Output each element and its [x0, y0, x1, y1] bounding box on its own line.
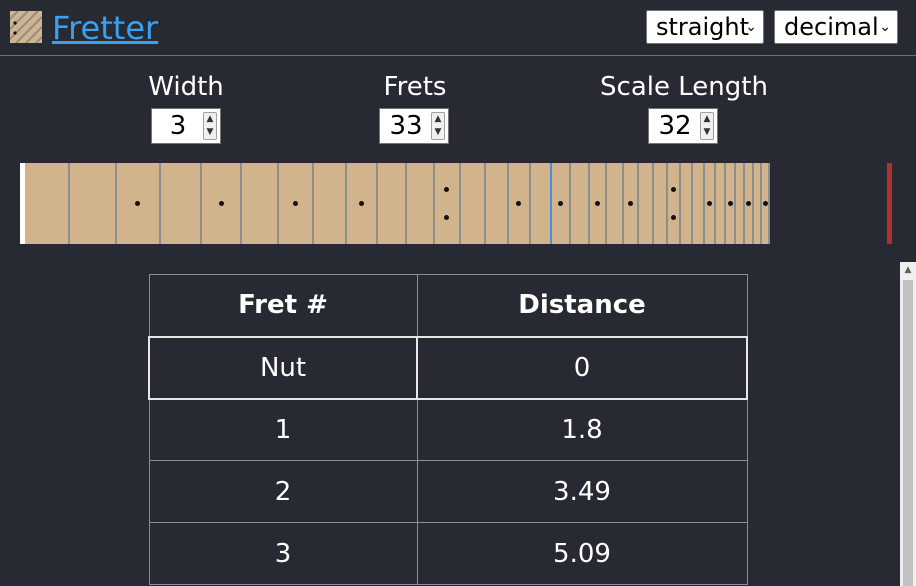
inlay-dot	[358, 201, 364, 206]
width-stepper[interactable]: ▲ ▼	[203, 112, 217, 140]
fret-number-cell: 1	[148, 398, 418, 461]
fret-line	[587, 163, 590, 244]
fret-line	[665, 163, 668, 244]
table-header-row: Fret # Distance	[148, 274, 748, 337]
fret-line	[549, 163, 552, 244]
fret-line	[605, 163, 608, 244]
inlay-dot	[670, 187, 676, 192]
scale-length-value: 32	[658, 111, 692, 141]
inlay-dot	[594, 201, 600, 206]
table-row: 3 5.09	[148, 522, 748, 585]
fret-line	[375, 163, 378, 244]
fret-line	[743, 163, 746, 244]
distance-cell: 3.49	[416, 460, 748, 523]
distance-cell: 0	[416, 335, 748, 400]
inlay-dot	[762, 201, 768, 206]
inlay-dot	[218, 201, 224, 206]
fret-line	[114, 163, 117, 244]
inlay-dot	[670, 215, 676, 220]
arrow-down-icon[interactable]: ▼	[701, 126, 713, 139]
frets-value: 33	[389, 111, 423, 141]
inlay-dot	[444, 215, 450, 220]
arrow-up-icon[interactable]: ▲	[701, 113, 713, 126]
arrow-up-icon[interactable]: ▲	[432, 113, 444, 126]
fret-style-value: straight	[656, 13, 750, 41]
fret-line	[311, 163, 314, 244]
inlay-dot	[516, 201, 522, 206]
arrow-up-icon[interactable]: ▲	[204, 113, 216, 126]
width-label: Width	[148, 72, 224, 102]
fret-line	[158, 163, 161, 244]
app-title-link[interactable]: Fretter	[52, 8, 158, 48]
bridge-marker	[887, 163, 892, 244]
scroll-up-icon[interactable]: ▲	[900, 262, 916, 279]
page-scrollbar[interactable]: ▲	[900, 262, 916, 586]
fret-line	[483, 163, 486, 244]
scale-length-input[interactable]: 32 ▲ ▼	[648, 108, 718, 144]
fret-line	[651, 163, 654, 244]
fret-line	[68, 163, 71, 244]
fret-line	[405, 163, 408, 244]
table-row: 1 1.8	[148, 398, 748, 461]
inlay-dot	[444, 187, 450, 192]
fret-line	[702, 163, 705, 244]
fret-line	[432, 163, 435, 244]
fretboard-diagram	[20, 163, 770, 244]
scale-length-stepper[interactable]: ▲ ▼	[700, 112, 714, 140]
width-value: 3	[169, 111, 187, 141]
fret-line	[760, 163, 763, 244]
arrow-down-icon[interactable]: ▼	[204, 126, 216, 139]
frets-input[interactable]: 33 ▲ ▼	[379, 108, 449, 144]
fret-line	[528, 163, 531, 244]
fret-line	[569, 163, 572, 244]
chevron-down-icon: ⌄	[745, 19, 757, 35]
nut	[20, 163, 25, 244]
width-input[interactable]: 3 ▲ ▼	[151, 108, 221, 144]
fret-number-cell: 2	[148, 460, 418, 523]
fret-line	[458, 163, 461, 244]
fret-line	[344, 163, 347, 244]
scrollbar-thumb[interactable]	[903, 280, 913, 586]
fret-line	[734, 163, 736, 244]
fret-line	[506, 163, 509, 244]
fretboard-logo-icon	[9, 10, 43, 44]
fret-number-header: Fret #	[148, 274, 418, 337]
fret-line	[768, 163, 770, 244]
fret-line	[637, 163, 640, 244]
distance-cell: 1.8	[416, 398, 748, 461]
app-header: Fretter straight ⌄ decimal ⌄	[0, 0, 916, 56]
inlay-dot	[627, 201, 633, 206]
fret-line	[713, 163, 716, 244]
fret-line	[724, 163, 727, 244]
units-select[interactable]: decimal ⌄	[774, 10, 898, 44]
table-row: Nut 0	[148, 335, 748, 400]
frets-label: Frets	[383, 72, 447, 102]
fret-line	[200, 163, 203, 244]
fret-line	[751, 163, 754, 244]
fret-distance-table: Fret # Distance Nut 0 1 1.8 2 3.49 3 5.0…	[148, 274, 748, 585]
inlay-dot	[706, 201, 712, 206]
fret-number-cell: 3	[148, 522, 418, 585]
fret-style-select[interactable]: straight ⌄	[646, 10, 764, 44]
arrow-down-icon[interactable]: ▼	[432, 126, 444, 139]
fret-line	[276, 163, 279, 244]
units-value: decimal	[784, 13, 879, 41]
fret-line	[621, 163, 624, 244]
fret-line	[678, 163, 681, 244]
chevron-down-icon: ⌄	[879, 19, 891, 35]
inlay-dot	[557, 201, 563, 206]
inlay-dot	[135, 201, 141, 206]
distance-cell: 5.09	[416, 522, 748, 585]
fret-number-cell: Nut	[148, 335, 418, 400]
inlay-dot	[727, 201, 733, 206]
distance-header: Distance	[416, 274, 748, 337]
inlay-dot	[746, 201, 752, 206]
fret-line	[239, 163, 242, 244]
frets-stepper[interactable]: ▲ ▼	[431, 112, 445, 140]
fret-line	[691, 163, 694, 244]
inlay-dot	[292, 201, 298, 206]
table-row: 2 3.49	[148, 460, 748, 523]
scale-length-label: Scale Length	[600, 72, 768, 102]
